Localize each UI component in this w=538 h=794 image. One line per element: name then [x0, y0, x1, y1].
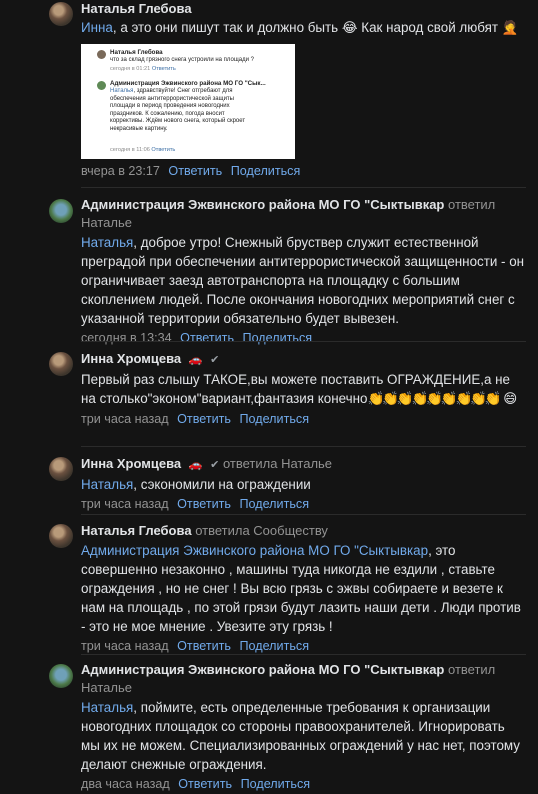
- mention-link[interactable]: Администрация Эжвинского района МО ГО "С…: [81, 543, 428, 558]
- laughing-emoji-icon: 😂: [341, 21, 358, 36]
- author-name[interactable]: Наталья Глебова: [81, 523, 192, 538]
- timestamp[interactable]: вчера в 23:17: [81, 164, 160, 178]
- avatar[interactable]: [49, 664, 73, 688]
- author-name[interactable]: Администрация Эжвинского района МО ГО "С…: [81, 662, 444, 677]
- smile-emoji-icon: 😄: [503, 392, 518, 407]
- avatar[interactable]: [49, 352, 73, 376]
- avatar[interactable]: [49, 457, 73, 481]
- facepalm-emoji-icon: 🤦: [501, 21, 519, 36]
- author-name[interactable]: Инна Хромцева: [81, 456, 181, 471]
- reply-target[interactable]: Наталье: [81, 214, 526, 232]
- timestamp[interactable]: три часа назад: [81, 497, 169, 511]
- reply-indicator[interactable]: ответила Сообществу: [195, 523, 328, 538]
- divider: [81, 446, 526, 447]
- avatar: [97, 50, 106, 59]
- comment-text: Администрация Эжвинского района МО ГО "С…: [81, 543, 521, 634]
- car-badge-icon: 🚗: [188, 458, 203, 471]
- car-badge-icon: 🚗: [188, 353, 203, 366]
- share-button[interactable]: Поделиться: [241, 777, 311, 791]
- comments-feed: Наталья Глебова Инна, а это они пишут та…: [0, 0, 538, 791]
- timestamp[interactable]: сегодня в 13:34: [81, 331, 172, 345]
- divider: [81, 341, 526, 342]
- avatar[interactable]: [49, 199, 73, 223]
- reply-indicator: ответил: [448, 197, 496, 212]
- share-button[interactable]: Поделиться: [239, 639, 309, 653]
- mention-link[interactable]: Наталья: [81, 700, 133, 715]
- divider: [81, 187, 526, 188]
- avatar: [97, 81, 106, 90]
- shot-text: что за склад грязного снега устроили на …: [110, 57, 254, 63]
- reply-button[interactable]: Ответить: [177, 497, 231, 511]
- comment-meta: три часа назад Ответить Поделиться: [81, 410, 526, 429]
- reply-button[interactable]: Ответить: [178, 777, 232, 791]
- reply-indicator: ответил: [448, 662, 496, 677]
- avatar[interactable]: [49, 2, 73, 26]
- comment-meta: сегодня в 13:34 Ответить Поделиться: [81, 329, 526, 348]
- comment-text: Наталья, поймите, есть определенные треб…: [81, 700, 520, 772]
- clapping-emoji-icon: 👏👏👏👏👏👏👏👏👏: [367, 392, 501, 407]
- timestamp[interactable]: два часа назад: [81, 777, 170, 791]
- divider: [81, 514, 526, 515]
- share-button[interactable]: Поделиться: [231, 164, 301, 178]
- verified-icon: ✔: [210, 354, 220, 366]
- verified-icon: ✔: [210, 459, 220, 471]
- shot-author: Наталья Глебова: [110, 49, 163, 56]
- timestamp[interactable]: три часа назад: [81, 639, 169, 653]
- author-name[interactable]: Наталья Глебова: [81, 1, 192, 16]
- comment-text: Инна, а это они пишут так и должно быть …: [81, 20, 519, 36]
- share-button[interactable]: Поделиться: [239, 412, 309, 426]
- avatar[interactable]: [49, 524, 73, 548]
- shot-text: Наталья, здравствуйте! Снег отгребают дл…: [110, 88, 246, 132]
- author-name[interactable]: Инна Хромцева: [81, 351, 181, 366]
- reply-button[interactable]: Ответить: [177, 639, 231, 653]
- author-name[interactable]: Администрация Эжвинского района МО ГО "С…: [81, 197, 444, 212]
- timestamp[interactable]: три часа назад: [81, 412, 169, 426]
- comment-text: Первый раз слышу ТАКОЕ,вы можете постави…: [81, 372, 518, 407]
- mention-link[interactable]: Инна: [81, 20, 113, 35]
- share-button[interactable]: Поделиться: [243, 331, 313, 345]
- shot-author: Администрация Эжвинского района МО ГО "С…: [110, 80, 266, 87]
- reply-indicator[interactable]: ответила Наталье: [223, 456, 332, 471]
- comment-text: Наталья, доброе утро! Снежный бруствер с…: [81, 235, 525, 326]
- shot-meta: сегодня в 11:06 Ответить: [110, 147, 176, 153]
- mention-link[interactable]: Наталья: [81, 235, 133, 250]
- shot-meta: сегодня в 01:21 Ответить: [110, 66, 176, 72]
- comment-meta: три часа назад Ответить Поделиться: [81, 495, 526, 514]
- comment-text: Наталья, сэкономили на ограждении: [81, 477, 311, 492]
- share-button[interactable]: Поделиться: [239, 497, 309, 511]
- comment-meta: вчера в 23:17 Ответить Поделиться: [81, 162, 526, 181]
- attached-screenshot[interactable]: Наталья Глебова что за склад грязного сн…: [81, 44, 295, 159]
- reply-target[interactable]: Наталье: [81, 679, 526, 697]
- reply-button[interactable]: Ответить: [168, 164, 222, 178]
- reply-button[interactable]: Ответить: [177, 412, 231, 426]
- mention-link[interactable]: Наталья: [81, 477, 133, 492]
- divider: [81, 654, 526, 655]
- reply-button[interactable]: Ответить: [180, 331, 234, 345]
